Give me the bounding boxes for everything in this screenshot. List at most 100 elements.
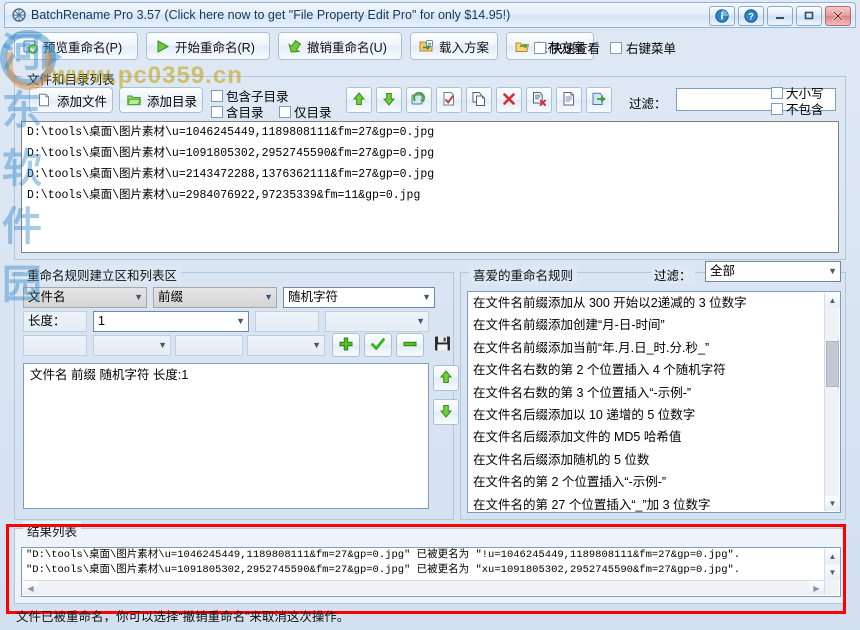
scroll-right-icon[interactable]: ▶ (809, 581, 824, 595)
refresh-icon (411, 91, 427, 110)
rule-method-select[interactable]: 随机字符 ▼ (283, 287, 435, 308)
favorite-rule-item[interactable]: 在文件名右数的第 2 个位置插入 4 个随机字符 (468, 359, 840, 381)
rule-list-item[interactable]: 文件名 前缀 随机字符 长度:1 (24, 364, 428, 386)
exclude-checkbox[interactable]: 不包含 (771, 99, 824, 118)
include-dirs-checkbox[interactable]: 含目录 (211, 102, 264, 121)
export-icon (591, 91, 607, 110)
add-file-button[interactable]: 添加文件 (29, 87, 113, 113)
favorites-scrollbar[interactable]: ▲ ▼ (824, 293, 839, 511)
rule-target-value: 文件名 (28, 290, 66, 304)
save-rule-button[interactable] (428, 333, 456, 357)
file-list[interactable]: D:\tools\桌面\图片素材\u=1046245449,1189808111… (21, 121, 839, 253)
start-rename-label: 开始重命名(R) (175, 37, 255, 56)
scroll-up-icon[interactable]: ▲ (825, 293, 840, 308)
move-down-icon-button[interactable] (376, 87, 402, 113)
file-list-row[interactable]: D:\tools\桌面\图片素材\u=1046245449,1189808111… (22, 122, 838, 143)
select-all-icon-button[interactable] (436, 87, 462, 113)
result-horizontal-scrollbar[interactable]: ◀ ▶ (23, 580, 824, 595)
favorite-rules-list[interactable]: 在文件名前缀添加从 300 开始以2递减的 3 位数字 在文件名前缀添加创建“月… (467, 291, 841, 513)
duplicate-icon (561, 91, 577, 110)
load-scheme-button[interactable]: 载入方案 (410, 32, 498, 60)
result-vertical-scrollbar[interactable]: ▲ ▼ (824, 549, 839, 595)
scrollbar-thumb[interactable] (826, 341, 839, 387)
favorite-rule-item[interactable]: 在文件名的第 2 个位置插入“-示例-” (468, 471, 840, 493)
chevron-down-icon: ▼ (422, 288, 431, 307)
title-bar[interactable]: BatchRename Pro 3.57 (Click here now to … (4, 2, 856, 28)
folder-icon (127, 93, 142, 108)
scroll-left-icon[interactable]: ◀ (23, 581, 38, 595)
favorite-rule-item[interactable]: 在文件名后缀添加文件的 MD5 哈希值 (468, 426, 840, 448)
export-icon-button[interactable] (586, 87, 612, 113)
favorite-rule-item[interactable]: 在文件名前缀添加创建“月-日-时间” (468, 314, 840, 336)
scroll-down-icon[interactable]: ▼ (825, 496, 840, 511)
filter-label: 过滤： (629, 93, 667, 112)
result-line: "D:\tools\桌面\图片素材\u=1046245449,118980811… (22, 548, 840, 563)
result-line: "D:\tools\桌面\图片素材\u=1091805302,295274559… (22, 563, 840, 578)
rule-extra-select-3[interactable]: ▼ (247, 335, 325, 356)
preview-rename-button[interactable]: 预览重命名(P) (14, 32, 138, 60)
only-dirs-checkbox[interactable]: 仅目录 (279, 102, 332, 121)
length-select[interactable]: 1 ▼ (93, 311, 249, 332)
favorite-rule-item[interactable]: 在文件名右数的第 3 个位置插入“-示例-” (468, 382, 840, 404)
duplicate-icon-button[interactable] (556, 87, 582, 113)
chevron-down-icon: ▼ (236, 312, 245, 331)
close-button[interactable] (825, 6, 851, 26)
start-rename-button[interactable]: 开始重命名(R) (146, 32, 270, 60)
move-rule-up-button[interactable] (433, 365, 459, 391)
scroll-up-icon[interactable]: ▲ (825, 549, 840, 564)
file-list-row[interactable]: D:\tools\桌面\图片素材\u=2984076922,97235339&f… (22, 185, 838, 206)
confirm-rule-button[interactable] (364, 333, 392, 357)
file-list-row[interactable]: D:\tools\桌面\图片素材\u=2143472288,1376362111… (22, 164, 838, 185)
save-scheme-icon (515, 39, 530, 54)
move-rule-down-icon (438, 403, 454, 422)
favorites-filter-select[interactable]: 全部 ▼ (705, 261, 841, 282)
favorites-filter-value: 全部 (710, 264, 735, 278)
clear-list-icon-button[interactable] (526, 87, 552, 113)
help-button[interactable]: ? (738, 6, 764, 26)
favorite-rule-item[interactable]: 在文件名前缀添加从 300 开始以2递减的 3 位数字 (468, 292, 840, 314)
add-folder-button[interactable]: 添加目录 (119, 87, 203, 113)
chevron-down-icon: ▼ (134, 288, 143, 307)
refresh-icon-button[interactable] (406, 87, 432, 113)
rule-extra-select-2[interactable]: ▼ (93, 335, 171, 356)
chevron-down-icon: ▼ (828, 262, 837, 281)
scroll-down-icon[interactable]: ▼ (825, 565, 840, 580)
result-list[interactable]: "D:\tools\桌面\图片素材\u=1046245449,118980811… (21, 547, 841, 597)
chevron-down-icon: ▼ (158, 336, 167, 355)
quick-view-checkbox[interactable]: 快速查看 (534, 38, 600, 57)
favorite-rule-item[interactable]: 在文件名后缀添加随机的 5 位数 (468, 449, 840, 471)
result-group-legend: 结果列表 (23, 521, 81, 540)
file-icon (37, 93, 52, 108)
rule-list[interactable]: 文件名 前缀 随机字符 长度:1 (23, 363, 429, 509)
maximize-button[interactable] (796, 6, 822, 26)
select-all-icon (441, 91, 457, 110)
context-menu-checkbox[interactable]: 右键菜单 (610, 38, 676, 57)
rule-target-select[interactable]: 文件名 ▼ (23, 287, 147, 308)
undo-arrow-icon (287, 39, 302, 54)
rule-extra-field-2[interactable] (23, 335, 87, 356)
favorites-group-legend: 喜爱的重命名规则 (469, 265, 577, 284)
rule-extra-select-1[interactable]: ▼ (325, 311, 429, 332)
move-rule-down-button[interactable] (433, 399, 459, 425)
copy-icon-button[interactable] (466, 87, 492, 113)
rule-position-select[interactable]: 前缀 ▼ (153, 287, 277, 308)
rule-extra-field-3[interactable] (175, 335, 243, 356)
favorites-filter-label: 过滤： (651, 265, 695, 284)
add-rule-button[interactable] (332, 333, 360, 357)
favorite-rule-item[interactable]: 在文件名的第 27 个位置插入“_”加 3 位数字 (468, 494, 840, 513)
info-button[interactable] (709, 6, 735, 26)
checkbox-box (534, 42, 546, 54)
rule-extra-field-1[interactable] (255, 311, 319, 332)
undo-rename-button[interactable]: 撤销重命名(U) (278, 32, 402, 60)
minimize-button[interactable] (767, 6, 793, 26)
include-dirs-label: 含目录 (226, 102, 264, 121)
checkbox-box (610, 42, 622, 54)
length-label-box: 长度： (23, 311, 87, 332)
remove-icon-button[interactable] (496, 87, 522, 113)
remove-rule-button[interactable] (396, 333, 424, 357)
favorite-rule-item[interactable]: 在文件名前缀添加当前“年.月.日_时.分.秒_” (468, 337, 840, 359)
favorite-rule-item[interactable]: 在文件名后缀添加以 10 递增的 5 位数字 (468, 404, 840, 426)
file-list-row[interactable]: D:\tools\桌面\图片素材\u=1091805302,2952745590… (22, 143, 838, 164)
rename-rules-group: 重命名规则建立区和列表区 文件名 ▼ 前缀 ▼ 随机字符 ▼ 长度： 1 ▼ ▼… (14, 272, 454, 520)
move-up-icon-button[interactable] (346, 87, 372, 113)
